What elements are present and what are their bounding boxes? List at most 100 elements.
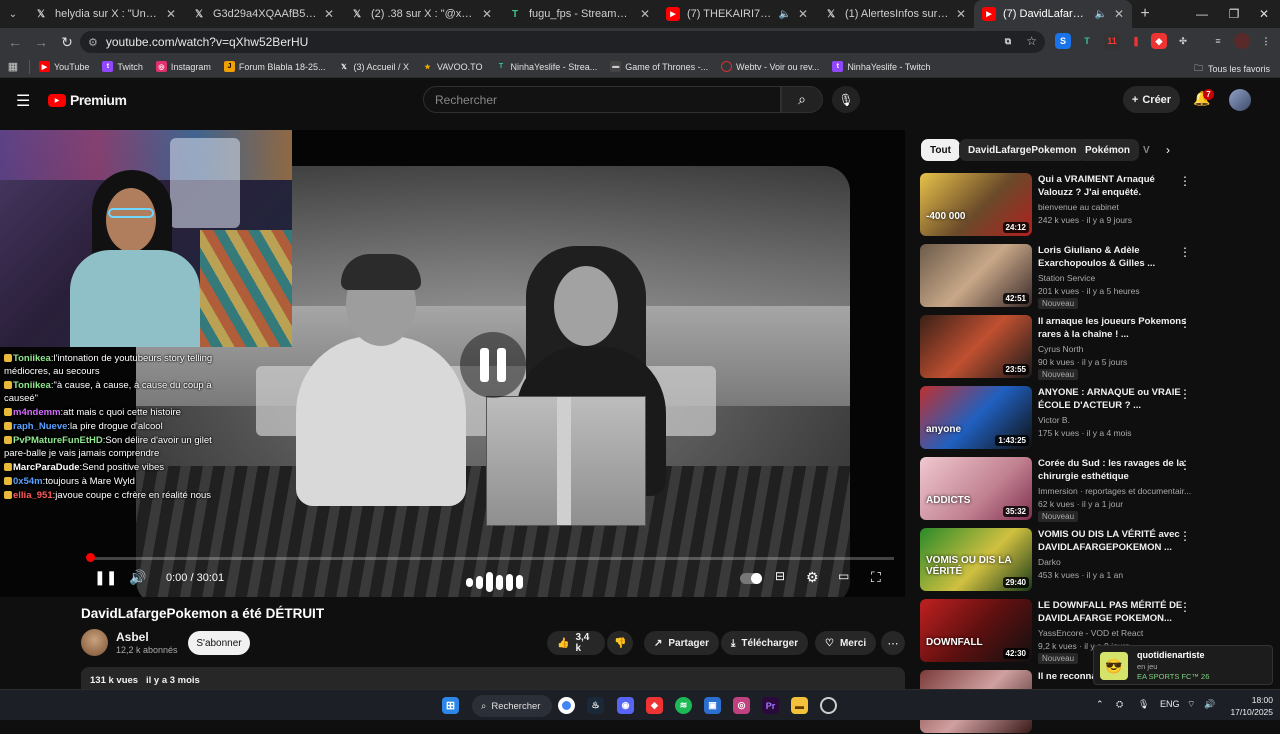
site-info-icon[interactable]: ⚙ — [88, 36, 98, 49]
chip-davidlafargepokemon[interactable]: DavidLafargePokemon — [959, 139, 1086, 161]
close-icon[interactable]: ✕ — [324, 7, 334, 21]
tray-chevron-icon[interactable]: ⌃ — [1096, 699, 1104, 710]
recommendation-title[interactable]: LE DOWNFALL PAS MÉRITÉ DE DAVIDLAFARGE P… — [1038, 599, 1190, 625]
red-app-icon[interactable]: ◆ — [646, 697, 663, 714]
search-input[interactable]: Rechercher — [423, 86, 781, 113]
tab-search-icon[interactable]: ⌄ — [0, 0, 26, 28]
pause-button[interactable]: ❚❚ — [94, 569, 117, 586]
close-icon[interactable]: ✕ — [166, 7, 176, 21]
more-actions-button[interactable]: ⋯ — [881, 631, 905, 655]
browser-tab[interactable]: 𝕏 (1) AlertesInfos sur X : "ra "Ça ✕ — [816, 0, 974, 28]
recommendation-thumbnail[interactable]: anyone 1:43:25 — [920, 386, 1032, 449]
thanks-button[interactable]: ♡ Merci — [815, 631, 877, 655]
recommendation-channel[interactable]: YassEncore - VOD et React — [1038, 628, 1193, 638]
tray-mic-icon[interactable]: 🎙 — [1138, 699, 1149, 710]
extension-tracker-icon[interactable]: T — [1079, 33, 1095, 49]
bookmark-ninha-stream[interactable]: T NinhaYeslife - Strea... — [496, 61, 597, 72]
chip-pokemon[interactable]: Pokémon — [1076, 139, 1140, 161]
speaker-icon[interactable]: 🔈 — [778, 9, 790, 20]
recommendation-thumbnail[interactable]: ADDICTS 35:32 — [920, 457, 1032, 520]
recommendation-title[interactable]: ANYONE : ARNAQUE ou VRAIE ÉCOLE D'ACTEUR… — [1038, 386, 1190, 412]
clock[interactable]: 18:00 17/10/2025 — [1227, 694, 1273, 718]
taskbar-search[interactable]: ⌕ Rechercher — [472, 695, 552, 717]
autoplay-toggle[interactable] — [740, 573, 762, 584]
address-bar[interactable]: ⚙ youtube.com/watch?v=qXhw52BerHU ☆ — [80, 31, 1045, 53]
bookmark-star-icon[interactable]: ☆ — [1026, 34, 1037, 48]
recommendation-channel[interactable]: Station Service — [1038, 273, 1193, 283]
search-button[interactable]: ⌕ — [781, 86, 823, 113]
fullscreen-icon[interactable]: ⛶ — [871, 569, 881, 586]
menu-icon[interactable]: ☰ — [16, 91, 30, 111]
browser-tab-active[interactable]: ▶ (7) DavidLafargePokemon 🔈 ✕ — [974, 0, 1132, 28]
recommendation-thumbnail[interactable]: VOMIS OU DIS LA VÉRITÉ 29:40 — [920, 528, 1032, 591]
minimize-button[interactable]: — — [1186, 0, 1218, 28]
kebab-menu-icon[interactable]: ⋮ — [1179, 529, 1191, 543]
reload-button[interactable]: ↻ — [54, 29, 80, 55]
browser-tab[interactable]: 𝕏 G3d29a4XQAAfB5R (1253×16 ✕ — [184, 0, 342, 28]
bookmark-youtube[interactable]: ▶ YouTube — [39, 61, 89, 72]
subtitles-icon[interactable]: ⊟ — [775, 569, 785, 583]
dislike-button[interactable]: 👎 — [607, 631, 633, 655]
extension-badge-icon[interactable]: 11 — [1104, 33, 1120, 49]
spotify-icon[interactable]: ≋ — [675, 697, 692, 714]
bookmark-ninha-twitch[interactable]: t NinhaYeslife - Twitch — [832, 61, 930, 72]
close-icon[interactable]: ✕ — [1114, 7, 1124, 21]
recommendation-title[interactable]: Corée du Sud : les ravages de la chirurg… — [1038, 457, 1190, 483]
close-icon[interactable]: ✕ — [482, 7, 492, 21]
volume-icon[interactable]: 🔊 — [129, 569, 146, 586]
channel-name[interactable]: Asbel — [116, 630, 149, 644]
recommendation-channel[interactable]: Cyrus North — [1038, 344, 1193, 354]
install-app-icon[interactable]: ⧉ — [1000, 33, 1016, 49]
recommendation-thumbnail[interactable]: -400 000 24:12 — [920, 173, 1032, 236]
voice-search-button[interactable]: 🎙 — [832, 86, 860, 113]
recommendation-title[interactable]: Il arnaque les joueurs Pokemons rares à … — [1038, 315, 1190, 341]
recommendation-item[interactable]: anyone 1:43:25 ANYONE : ARNAQUE ou VRAIE É… — [920, 386, 1265, 450]
bookmark-webtv[interactable]: Webtv - Voir ou rev... — [721, 61, 819, 72]
extension-shazam-icon[interactable]: S — [1055, 33, 1071, 49]
close-icon[interactable]: ✕ — [640, 7, 650, 21]
recommendation-channel[interactable]: bienvenue au cabinet — [1038, 202, 1193, 212]
extension-ublock-icon[interactable]: ◆ — [1151, 33, 1167, 49]
kebab-menu-icon[interactable]: ⋮ — [1179, 387, 1191, 401]
discord-icon[interactable]: ◉ — [617, 697, 634, 714]
language-indicator[interactable]: ENG — [1160, 699, 1180, 709]
apps-grid-icon[interactable]: ▦ — [0, 60, 26, 73]
recommendation-channel[interactable]: Darko — [1038, 557, 1193, 567]
bookmark-vavoo[interactable]: ★ VAVOO.TO — [422, 61, 482, 72]
recommendation-thumbnail[interactable]: 42:51 — [920, 244, 1032, 307]
premiere-pro-icon[interactable]: Pr — [762, 697, 779, 714]
windows-start-icon[interactable]: ⊞ — [442, 697, 459, 714]
browser-tab[interactable]: 𝕏 (2) .38 sur X : "@xyanvener @ ✕ — [342, 0, 500, 28]
channel-avatar[interactable] — [81, 629, 108, 656]
kebab-menu-icon[interactable]: ⋮ — [1179, 316, 1191, 330]
bookmark-forum[interactable]: J Forum Blabla 18-25... — [223, 61, 325, 72]
browser-tab[interactable]: T fugu_fps - Streamer Overview ✕ — [500, 0, 658, 28]
bookmark-x[interactable]: 𝕏 (3) Accueil / X — [338, 61, 409, 72]
bookmark-instagram[interactable]: ◎ Instagram — [155, 61, 211, 72]
recommendation-item[interactable]: ADDICTS 35:32 Corée du Sud : les ravages d… — [920, 457, 1265, 522]
extension-red-icon[interactable]: ❚ — [1128, 33, 1144, 49]
recommendation-item[interactable]: VOMIS OU DIS LA VÉRITÉ 29:40 VOMIS OU DIS … — [920, 528, 1265, 592]
steam-icon[interactable]: ♨ — [587, 697, 604, 714]
kebab-menu-icon[interactable]: ⋮ — [1179, 600, 1191, 614]
new-tab-button[interactable]: + — [1132, 5, 1158, 23]
recommendation-title[interactable]: Loris Giuliano & Adèle Exarchopoulos & G… — [1038, 244, 1190, 270]
forward-button[interactable]: → — [28, 29, 54, 55]
recommendation-channel[interactable]: Immersion · reportages et documentair... — [1038, 486, 1193, 496]
recommendation-item[interactable]: -400 000 24:12 Qui a VRAIMENT Arnaqué Valo… — [920, 173, 1265, 237]
close-icon[interactable]: ✕ — [956, 7, 966, 21]
subscribe-button[interactable]: S'abonner — [188, 631, 250, 655]
chevron-right-icon[interactable]: › — [1166, 143, 1170, 157]
speaker-icon[interactable]: 🔈 — [1094, 9, 1106, 20]
photos-icon[interactable]: ▣ — [704, 697, 721, 714]
close-window-button[interactable]: ✕ — [1248, 0, 1280, 28]
recommendation-item[interactable]: 23:55 Il arnaque les joueurs Pokemons rar… — [920, 315, 1265, 380]
kebab-menu-icon[interactable]: ⋮ — [1179, 174, 1191, 188]
back-button[interactable]: ← — [2, 29, 28, 55]
media-control-icon[interactable]: ≡ — [1210, 33, 1226, 49]
progress-scrubber[interactable] — [86, 553, 95, 562]
kebab-menu-icon[interactable]: ⋮ — [1179, 245, 1191, 259]
kebab-menu-icon[interactable]: ⋮ — [1179, 458, 1191, 472]
pause-overlay-icon[interactable] — [460, 332, 526, 398]
recommendation-thumbnail[interactable]: 23:55 — [920, 315, 1032, 378]
